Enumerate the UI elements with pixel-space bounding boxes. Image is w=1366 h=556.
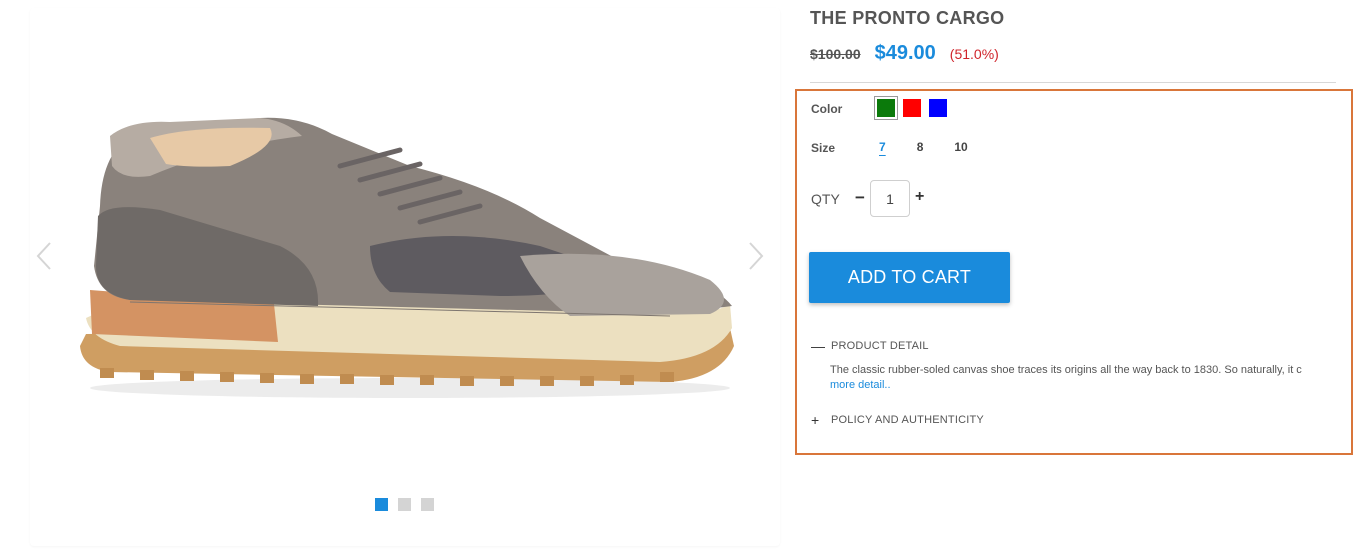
expand-icon: + (811, 412, 820, 428)
price-row: $100.00 $49.00 (51.0%) (810, 42, 999, 65)
policy-toggle[interactable]: + POLICY AND AUTHENTICITY (811, 413, 984, 427)
original-price: $100.00 (810, 46, 861, 62)
discount-percent: (51.0%) (949, 46, 999, 62)
gallery-dot[interactable] (375, 498, 388, 511)
color-swatches (874, 96, 947, 120)
gallery-dot[interactable] (421, 498, 434, 511)
gallery-pagination (375, 498, 434, 511)
collapse-icon: — (811, 338, 825, 354)
add-to-cart-button[interactable]: ADD TO CART (809, 252, 1010, 303)
color-swatch[interactable] (874, 96, 898, 120)
size-option[interactable]: 7 (879, 140, 886, 154)
qty-label: QTY (811, 191, 840, 207)
size-options: 7 8 10 (879, 140, 999, 154)
qty-decrement-button[interactable]: − (855, 188, 865, 208)
gallery-dot[interactable] (398, 498, 411, 511)
more-detail-link[interactable]: more detail.. (830, 379, 891, 391)
divider (810, 82, 1336, 83)
qty-input[interactable] (870, 180, 910, 217)
size-option[interactable]: 10 (954, 140, 967, 154)
qty-increment-button[interactable]: + (915, 188, 924, 206)
purchase-options-panel: Color Size 7 8 10 QTY − + ADD TO CART — PR… (795, 89, 1353, 455)
size-option[interactable]: 8 (917, 140, 924, 154)
sale-price: $49.00 (874, 42, 936, 64)
product-image (80, 117, 734, 398)
size-label: Size (811, 141, 836, 155)
product-detail-body: The classic rubber-soled canvas shoe tra… (830, 364, 1302, 376)
color-label: Color (811, 102, 843, 116)
product-gallery (30, 8, 780, 546)
policy-title: POLICY AND AUTHENTICITY (831, 414, 984, 426)
color-swatch[interactable] (903, 99, 921, 117)
product-title: THE PRONTO CARGO (810, 8, 1005, 28)
chevron-left-icon[interactable] (32, 238, 56, 274)
product-page: THE PRONTO CARGO $100.00 $49.00 (51.0%) … (0, 0, 1366, 556)
product-detail-text: The classic rubber-soled canvas shoe tra… (830, 363, 1320, 393)
chevron-right-icon[interactable] (744, 238, 768, 274)
product-detail-title: PRODUCT DETAIL (831, 340, 929, 352)
product-detail-toggle[interactable]: — PRODUCT DETAIL (811, 339, 929, 353)
color-swatch[interactable] (929, 99, 947, 117)
